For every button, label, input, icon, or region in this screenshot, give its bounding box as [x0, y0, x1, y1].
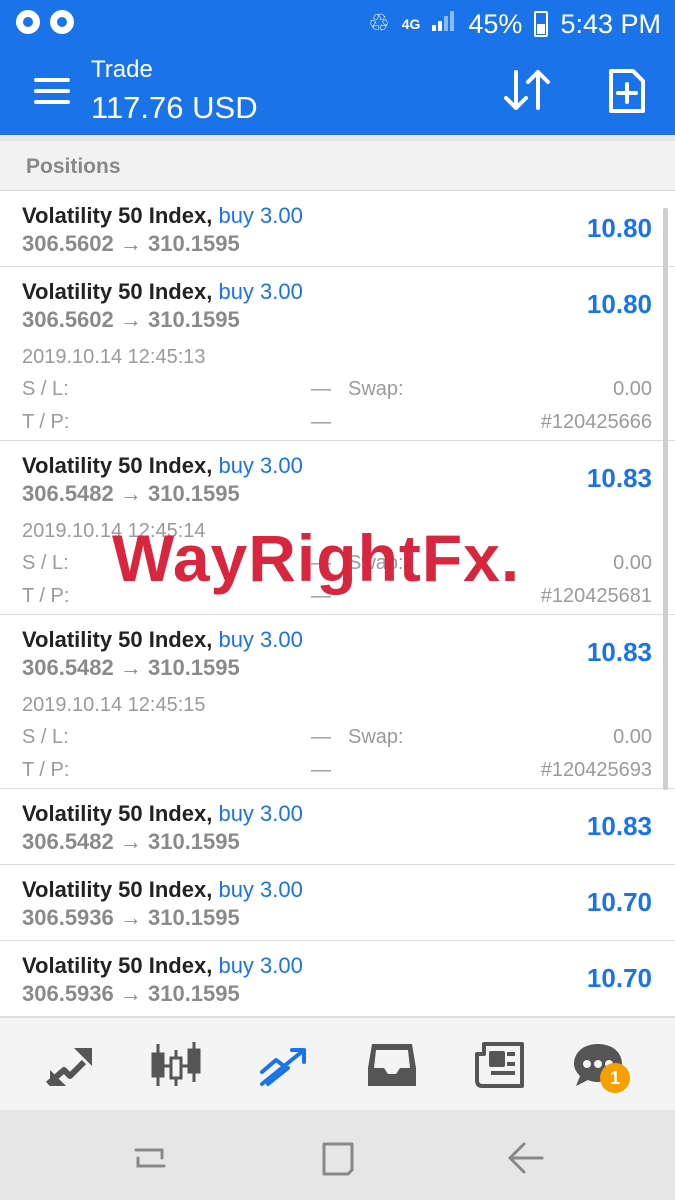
swap-label: Swap:: [348, 378, 404, 400]
news-icon[interactable]: [474, 1040, 526, 1090]
watermark: WayRightFx.: [112, 521, 521, 595]
symbol: Volatility 50 Index,: [22, 953, 213, 978]
profit: 10.80: [586, 213, 652, 243]
recents-icon[interactable]: [130, 1140, 170, 1176]
position-row[interactable]: Volatility 50 Index, buy 3.00 306.5936 →…: [0, 941, 675, 1017]
back-icon[interactable]: [506, 1140, 546, 1176]
profit: 10.83: [586, 637, 652, 667]
positions-list[interactable]: Volatility 50 Index, buy 3.00 306.5602 →…: [0, 191, 675, 1017]
ticket-number: #120425693: [540, 759, 652, 781]
profit: 10.70: [586, 887, 652, 917]
position-row[interactable]: Volatility 50 Index, buy 3.00 306.5482 →…: [0, 615, 675, 789]
symbol: Volatility 50 Index,: [22, 453, 213, 478]
page-title: Trade: [91, 56, 153, 83]
clock: 5:43 PM: [560, 8, 661, 39]
price-range: 306.5936 → 310.1595: [22, 905, 240, 930]
battery-percent: 45%: [468, 8, 523, 39]
tp-label: T / P:: [22, 585, 70, 607]
price-range: 306.5482 → 310.1595: [22, 655, 240, 680]
ticket-number: #120425681: [540, 585, 652, 607]
history-icon[interactable]: [366, 1040, 418, 1090]
open-time: 2019.10.14 12:45:13: [22, 346, 206, 368]
chat-badge: 1: [600, 1063, 630, 1093]
bottom-toolbar: 1: [0, 1017, 675, 1110]
scrollbar[interactable]: [663, 208, 668, 790]
notification-icon: [50, 10, 74, 34]
tp-label: T / P:: [22, 759, 70, 781]
data-saver-icon: ♲: [368, 10, 390, 37]
price-range: 306.5602 → 310.1595: [22, 231, 240, 256]
swap-label: Swap:: [348, 726, 404, 748]
direction: buy 3.00: [218, 627, 303, 652]
price-range: 306.5602 → 310.1595: [22, 307, 240, 332]
network-type: 4G: [401, 16, 421, 32]
profit: 10.83: [586, 811, 652, 841]
sl-label: S / L:: [22, 552, 69, 574]
profit: 10.70: [586, 963, 652, 993]
symbol: Volatility 50 Index,: [22, 877, 213, 902]
position-row[interactable]: Volatility 50 Index, buy 3.00 306.5936 →…: [0, 865, 675, 941]
direction: buy 3.00: [218, 203, 303, 228]
price-range: 306.5482 → 310.1595: [22, 829, 240, 854]
direction: buy 3.00: [218, 453, 303, 478]
battery-icon: [534, 11, 549, 37]
account-balance: 117.76 USD: [91, 90, 258, 125]
direction: buy 3.00: [218, 877, 303, 902]
sl-value: —: [311, 378, 331, 400]
positions-header: Positions: [0, 135, 675, 191]
quotes-icon[interactable]: [44, 1040, 96, 1090]
tp-value: —: [311, 411, 331, 433]
sl-label: S / L:: [22, 378, 69, 400]
profit: 10.83: [586, 463, 652, 493]
chart-icon[interactable]: [150, 1040, 202, 1090]
position-row[interactable]: Volatility 50 Index, buy 3.00 306.5602 →…: [0, 191, 675, 267]
sl-label: S / L:: [22, 726, 69, 748]
signal-icon: [432, 6, 456, 42]
tp-value: —: [311, 759, 331, 781]
direction: buy 3.00: [218, 279, 303, 304]
symbol: Volatility 50 Index,: [22, 279, 213, 304]
swap-value: 0.00: [613, 552, 652, 574]
trade-icon[interactable]: [258, 1040, 310, 1090]
swap-value: 0.00: [613, 378, 652, 400]
status-bar: ♲ 4G 45% 5:43 PM: [0, 0, 675, 48]
symbol: Volatility 50 Index,: [22, 801, 213, 826]
symbol: Volatility 50 Index,: [22, 627, 213, 652]
system-nav-bar: [0, 1110, 675, 1200]
home-icon[interactable]: [318, 1140, 358, 1176]
price-range: 306.5936 → 310.1595: [22, 981, 240, 1006]
positions-title: Positions: [26, 155, 121, 178]
sl-value: —: [311, 726, 331, 748]
direction: buy 3.00: [218, 953, 303, 978]
sort-icon[interactable]: [502, 66, 552, 114]
profit: 10.80: [586, 289, 652, 319]
open-time: 2019.10.14 12:45:15: [22, 694, 206, 716]
swap-value: 0.00: [613, 726, 652, 748]
tp-label: T / P:: [22, 411, 70, 433]
direction: buy 3.00: [218, 801, 303, 826]
symbol: Volatility 50 Index,: [22, 203, 213, 228]
position-row[interactable]: Volatility 50 Index, buy 3.00 306.5482 →…: [0, 789, 675, 865]
ticket-number: #120425666: [540, 411, 652, 433]
notification-icon: [16, 10, 40, 34]
menu-button[interactable]: [34, 76, 72, 106]
app-bar: Trade 117.76 USD: [0, 48, 675, 135]
new-order-icon[interactable]: [608, 68, 646, 114]
position-row[interactable]: Volatility 50 Index, buy 3.00 306.5602 →…: [0, 267, 675, 441]
price-range: 306.5482 → 310.1595: [22, 481, 240, 506]
